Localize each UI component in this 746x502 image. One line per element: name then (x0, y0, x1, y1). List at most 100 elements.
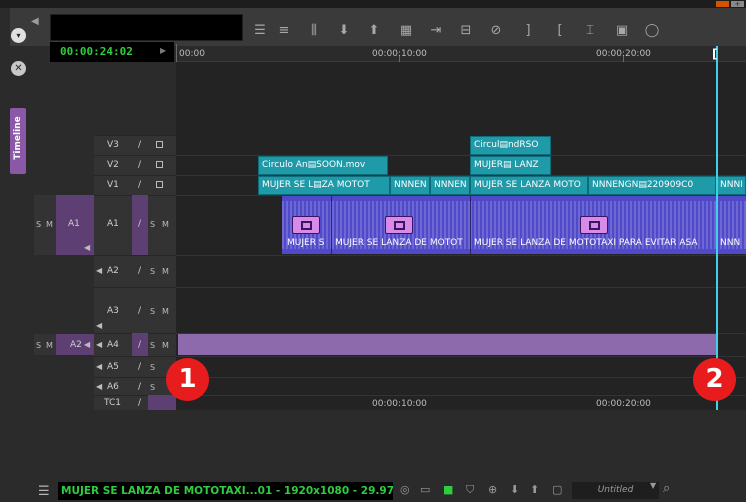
speaker-icon[interactable]: ◀ (96, 340, 102, 349)
menu-icon[interactable]: ☰ (38, 484, 50, 499)
clip-v1[interactable]: MUJER SE LANZA MOTO (470, 176, 588, 195)
add-panel-button[interactable]: + (731, 1, 744, 8)
sync-lock-icon[interactable]: / (138, 140, 141, 150)
video-monitor-toggle[interactable] (156, 181, 163, 188)
play-icon[interactable]: ▶ (160, 46, 166, 55)
timeline-window: + ▾ ◀ 00:00:24:02 ▶ ☰ ≡ ⫼ ⬇ ⬆ ▦ ⇥ ⊟ ⊘ ] … (0, 0, 746, 502)
clip-v2[interactable]: Circulo An▤SOON.mov (258, 156, 388, 175)
mute-button[interactable]: M (162, 307, 169, 316)
track-divider (176, 377, 746, 378)
track-name-a3: A3 (107, 306, 119, 316)
clip-v1[interactable]: NNNEN (390, 176, 430, 195)
sync-lock-icon[interactable]: / (138, 306, 141, 316)
video-toggle-icon[interactable]: ■ (443, 483, 453, 496)
solo-button[interactable]: S (150, 307, 155, 316)
preset-select[interactable]: Untitled (572, 482, 659, 499)
arrow-up-icon[interactable]: ⬆ (366, 23, 382, 39)
sync-lock-icon[interactable]: / (138, 160, 141, 170)
bracket-open-icon[interactable]: [ (552, 23, 568, 39)
split-icon[interactable]: ⌶ (582, 23, 598, 39)
sync-lock-icon[interactable]: / (138, 340, 141, 350)
track-name-a1: A1 (107, 219, 119, 229)
mute-button[interactable]: M (162, 220, 169, 229)
shield-icon[interactable]: ⛉ (466, 483, 474, 497)
clip-divider (470, 196, 471, 254)
speaker-icon[interactable]: ◀ (96, 362, 102, 371)
solo-button[interactable]: S (150, 341, 155, 350)
speaker-icon[interactable]: ◀ (84, 340, 90, 349)
monitor-icon[interactable]: ▭ (420, 483, 430, 496)
overwrite-icon[interactable]: ⊟ (458, 23, 474, 39)
timecode-display[interactable]: 00:00:24:02 (50, 42, 174, 62)
arrow-up-icon[interactable]: ⬆ (530, 483, 539, 496)
solo-button[interactable]: S (36, 220, 41, 229)
film-icon[interactable]: ▦ (398, 23, 414, 39)
align-icon[interactable]: ⫼ (306, 23, 322, 39)
clip-v1[interactable]: MUJER SE L▤ZA MOTOT (258, 176, 390, 195)
track-name-a6: A6 (107, 382, 119, 392)
circle-icon[interactable]: ◯ (644, 23, 660, 39)
video-monitor-toggle[interactable] (156, 141, 163, 148)
arrow-down-icon[interactable]: ⬇ (336, 23, 352, 39)
sliders-icon[interactable]: ≡ (276, 23, 292, 39)
sync-lock-icon[interactable]: / (138, 362, 141, 372)
playhead-handle[interactable]: [ (712, 47, 717, 61)
mute-button[interactable]: M (162, 341, 169, 350)
insert-icon[interactable]: ⇥ (428, 23, 444, 39)
menu-lines-icon[interactable]: ☰ (252, 23, 268, 39)
clip-divider (331, 196, 332, 254)
sync-lock-icon[interactable]: / (138, 398, 141, 408)
search-icon[interactable]: ⌕ (663, 481, 670, 496)
record-icon[interactable]: ◎ (400, 483, 410, 496)
bracket-close-icon[interactable]: ] (520, 23, 536, 39)
speaker-icon[interactable]: ◀ (96, 382, 102, 391)
annotation-marker-2: 2 (693, 358, 736, 401)
ripple-icon[interactable]: ▣ (614, 23, 630, 39)
track-name-v1: V1 (107, 180, 119, 190)
window-strip (0, 0, 746, 8)
playhead[interactable] (716, 46, 718, 410)
clip-v3[interactable]: Circul▤ndRSO (470, 136, 551, 155)
sync-lock-icon[interactable]: / (138, 180, 141, 190)
sync-lock-icon[interactable]: / (138, 266, 141, 276)
panel-menu-icon[interactable]: ▾ (11, 28, 26, 43)
play-reverse-icon[interactable]: ◀ (31, 16, 39, 27)
arrow-down-icon[interactable]: ⬇ (510, 483, 519, 496)
solo-button[interactable]: S (36, 341, 41, 350)
clip-v1[interactable]: NNNI (716, 176, 746, 195)
sync-lock-icon[interactable]: / (138, 382, 141, 392)
video-monitor-toggle[interactable] (156, 161, 163, 168)
tc-patch[interactable] (148, 395, 176, 410)
track-divider (176, 287, 746, 288)
speaker-icon[interactable]: ◀ (96, 321, 102, 330)
time-ruler[interactable] (176, 46, 746, 62)
audio-clip-icon (385, 216, 413, 234)
solo-button[interactable]: S (150, 363, 155, 372)
solo-button[interactable]: S (150, 267, 155, 276)
clip-v1[interactable]: NNNEN (430, 176, 470, 195)
solo-button[interactable]: S (150, 383, 155, 392)
speaker-icon[interactable]: ◀ (96, 266, 102, 275)
mute-button[interactable]: M (46, 220, 53, 229)
speaker-icon[interactable]: ◀ (84, 243, 90, 252)
close-icon[interactable]: ✕ (11, 61, 26, 76)
chevron-down-icon[interactable]: ▼ (650, 481, 656, 490)
tab-timeline[interactable]: Timeline (10, 108, 26, 174)
track-name-v3: V3 (107, 140, 119, 150)
track-divider (176, 356, 746, 357)
clip-v1[interactable]: NNNENGN▤220909C0 (588, 176, 716, 195)
track-name-a4: A4 (107, 340, 119, 350)
audio-clip-a4[interactable] (178, 334, 716, 355)
solo-button[interactable]: S (150, 220, 155, 229)
no-icon[interactable]: ⊘ (488, 23, 504, 39)
track-name-a5: A5 (107, 362, 119, 372)
sync-lock-icon[interactable]: / (138, 219, 141, 229)
target-icon[interactable]: ⊕ (488, 483, 497, 496)
timecode-field[interactable] (50, 14, 243, 41)
mute-button[interactable]: M (46, 341, 53, 350)
tc-ruler-label: 00:00:10:00 (372, 399, 427, 409)
clip-v2[interactable]: MUJER▤ LANZ (470, 156, 551, 175)
mute-button[interactable]: M (162, 267, 169, 276)
square-icon[interactable]: ▢ (552, 483, 562, 496)
minimize-button[interactable] (716, 1, 729, 7)
